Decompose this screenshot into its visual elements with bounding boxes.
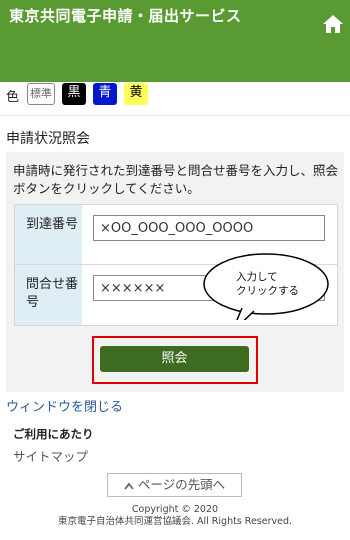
site-title[interactable]: 東京共同電子申請・届出サービス (9, 5, 242, 26)
color-black-button[interactable]: 黒 (62, 83, 86, 105)
sitemap-link[interactable]: サイトマップ (13, 446, 88, 465)
callout-text: 入力して クリックする (236, 271, 299, 297)
footer-heading: ご利用にあたり (13, 427, 94, 441)
color-yellow-button[interactable]: 黄 (124, 83, 148, 105)
close-window-link[interactable]: ウィンドウを閉じる (6, 396, 123, 415)
chevron-up-icon (124, 482, 134, 490)
color-label: 色 (6, 90, 20, 105)
arrival-number-input[interactable] (93, 215, 325, 241)
page-top-label: ページの先頭へ (137, 477, 226, 492)
arrival-number-label: 到達番号 (15, 205, 82, 264)
search-button[interactable]: 照会 (100, 346, 249, 372)
copyright: Copyright © 2020 東京電子自治体共同運営協議会. All Rig… (57, 504, 293, 527)
app-header: 東京共同電子申請・届出サービス (0, 0, 350, 82)
color-blue-button[interactable]: 青 (93, 83, 117, 105)
inquiry-number-label: 問合せ番号 (15, 265, 82, 325)
page-title: 申請状況照会 (6, 131, 90, 147)
home-icon[interactable] (322, 14, 344, 34)
color-standard-button[interactable]: 標準 (27, 83, 55, 105)
instructions: 申請時に発行された到達番号と問合せ番号を入力し、照会ボタンをクリックしてください… (13, 163, 339, 196)
page-top-button[interactable]: ページの先頭へ (107, 473, 242, 497)
color-switcher: 色 標準 黒 青 黄 (0, 82, 350, 116)
